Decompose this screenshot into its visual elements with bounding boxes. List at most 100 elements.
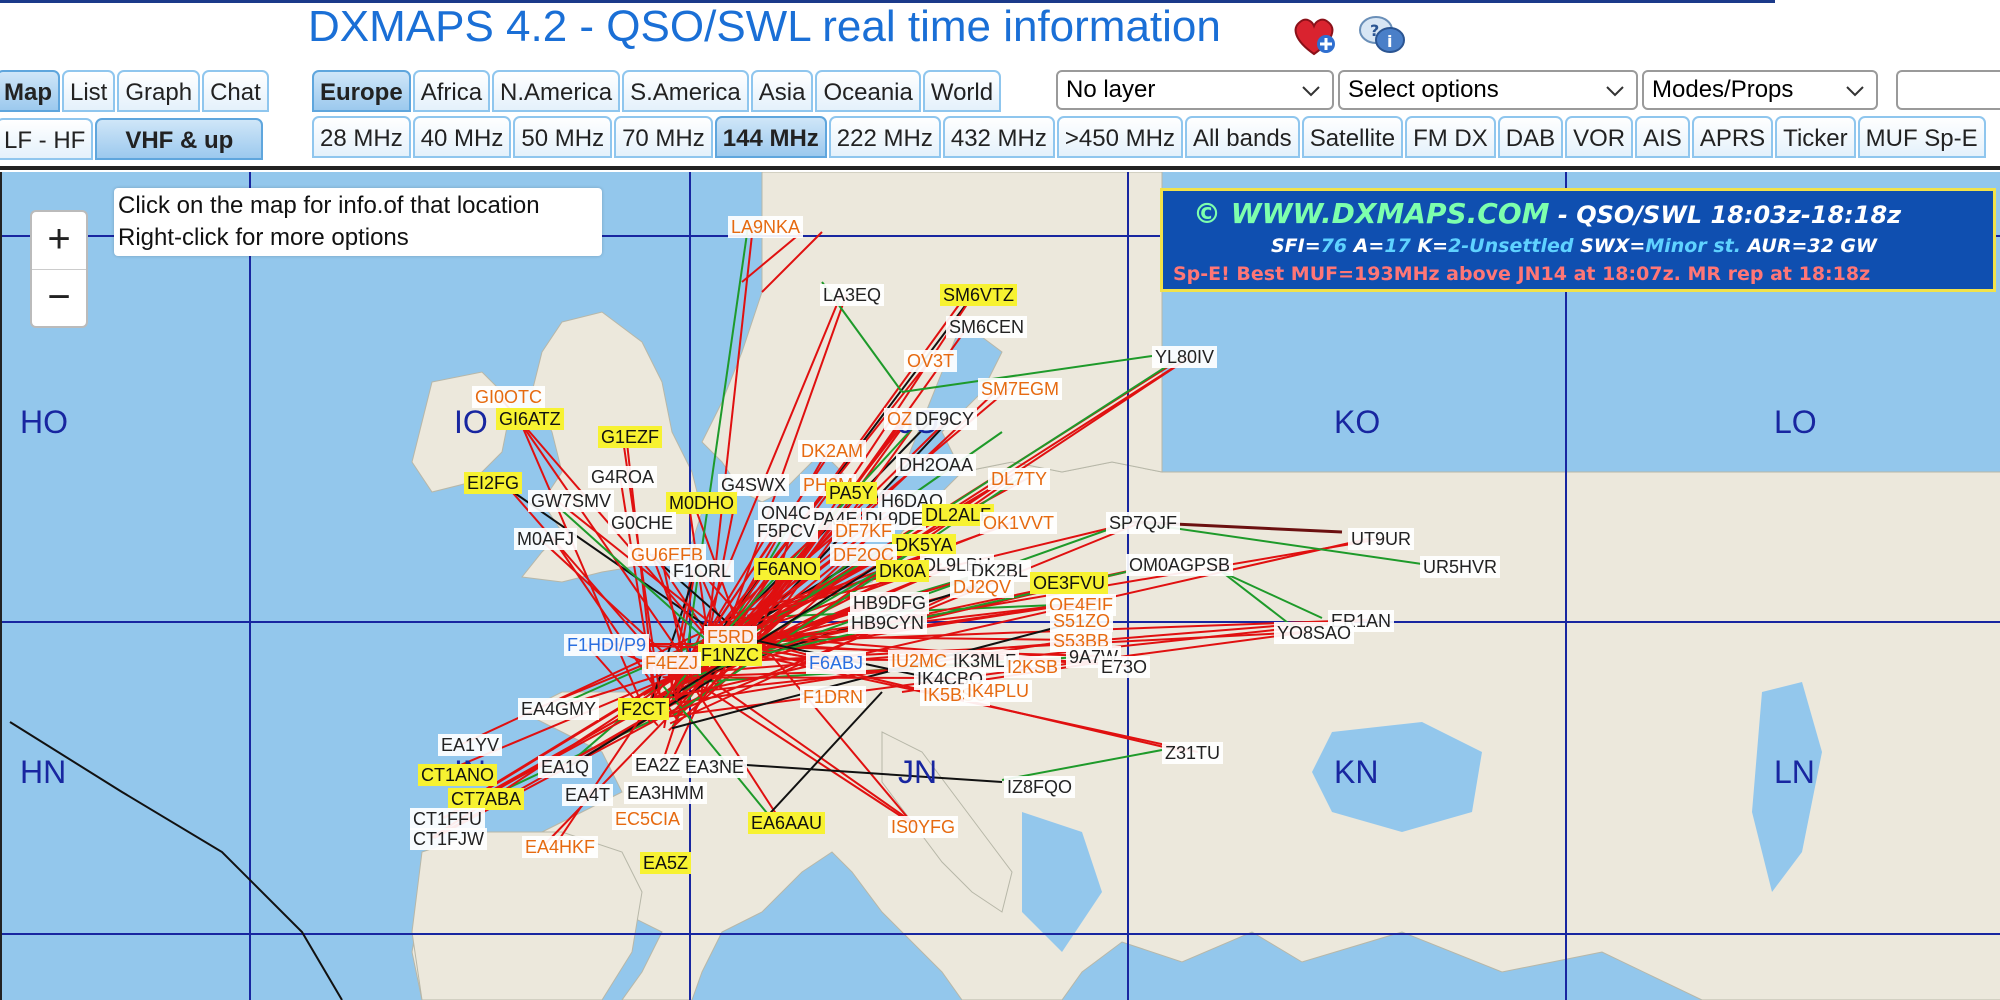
station-dh2oaa[interactable]: DH2OAA xyxy=(896,454,977,476)
station-e73o[interactable]: E73O xyxy=(1098,656,1151,678)
station-df7kf[interactable]: DF7KF xyxy=(832,520,896,542)
station-oe3fvu[interactable]: OE3FVU xyxy=(1030,572,1109,594)
station-hb9cyn[interactable]: HB9CYN xyxy=(848,612,928,634)
station-oz[interactable]: OZ xyxy=(884,408,915,430)
station-ea4gmy[interactable]: EA4GMY xyxy=(518,698,600,720)
station-f6ano[interactable]: F6ANO xyxy=(754,558,821,580)
station-ok1vvt[interactable]: OK1VVT xyxy=(980,512,1058,534)
tab-432-mhz[interactable]: 432 MHz xyxy=(942,116,1055,158)
tab-asia[interactable]: Asia xyxy=(750,70,814,112)
site-name[interactable]: © WWW.DXMAPS.COM xyxy=(1193,197,1550,230)
tab-dab[interactable]: DAB xyxy=(1497,116,1564,158)
station-g0che[interactable]: G0CHE xyxy=(608,512,677,534)
tab-world[interactable]: World xyxy=(922,70,1002,112)
station-sm7egm[interactable]: SM7EGM xyxy=(978,378,1063,400)
station-f1drn[interactable]: F1DRN xyxy=(800,686,867,708)
station-dk2am[interactable]: DK2AM xyxy=(798,440,867,462)
zoom-out-button[interactable]: − xyxy=(32,270,86,327)
layer-select[interactable]: No layer xyxy=(1056,70,1334,110)
station-sm6cen[interactable]: SM6CEN xyxy=(946,316,1028,338)
tab-vor[interactable]: VOR xyxy=(1565,116,1634,158)
tab-28-mhz[interactable]: 28 MHz xyxy=(312,116,411,158)
tab-n-america[interactable]: N.America xyxy=(492,70,621,112)
station-is0yfg[interactable]: IS0YFG xyxy=(888,816,959,838)
tab-ais[interactable]: AIS xyxy=(1635,116,1690,158)
station-iz8fqo[interactable]: IZ8FQO xyxy=(1004,776,1076,798)
station-ct7aba[interactable]: CT7ABA xyxy=(448,788,525,810)
tab-aprs[interactable]: APRS xyxy=(1691,116,1774,158)
station-ut9ur[interactable]: UT9UR xyxy=(1348,528,1415,550)
station-ea1q[interactable]: EA1Q xyxy=(538,756,593,778)
station-f1nzc[interactable]: F1NZC xyxy=(698,644,762,666)
station-m0dho[interactable]: M0DHO xyxy=(666,492,738,514)
station-ea3ne[interactable]: EA3NE xyxy=(682,756,748,778)
station-la3eq[interactable]: LA3EQ xyxy=(820,284,885,306)
station-ea4hkf[interactable]: EA4HKF xyxy=(522,836,599,858)
station-ea1yv[interactable]: EA1YV xyxy=(438,734,503,756)
station-df9cy[interactable]: DF9CY xyxy=(912,408,978,430)
station-f1orl[interactable]: F1ORL xyxy=(670,560,735,582)
station-m0afj[interactable]: M0AFJ xyxy=(514,528,578,550)
tab-144-mhz[interactable]: 144 MHz xyxy=(714,116,827,158)
tab-ticker[interactable]: Ticker xyxy=(1775,116,1856,158)
station-g4roa[interactable]: G4ROA xyxy=(588,466,658,488)
tab-africa[interactable]: Africa xyxy=(412,70,491,112)
station-f6abj[interactable]: F6ABJ xyxy=(806,652,867,674)
tab-s-america[interactable]: S.America xyxy=(622,70,749,112)
station-ur5hvr[interactable]: UR5HVR xyxy=(1420,556,1501,578)
station-ct1ffu[interactable]: CT1FFU xyxy=(410,808,485,830)
station-ik4plu[interactable]: IK4PLU xyxy=(964,680,1033,702)
station-ct1fjw[interactable]: CT1FJW xyxy=(410,828,487,850)
tab-50-mhz[interactable]: 50 MHz xyxy=(513,116,613,158)
station-ct1ano[interactable]: CT1ANO xyxy=(418,764,498,786)
tab-muf-sp-e[interactable]: MUF Sp-E xyxy=(1857,116,1986,158)
map[interactable]: HO IO JO KO LO HN IN JN KN LN LA9NKALA3E… xyxy=(0,172,2000,1000)
station-f1hdi-p9[interactable]: F1HDI/P9 xyxy=(564,634,650,656)
tab-oceania[interactable]: Oceania xyxy=(815,70,921,112)
station-yl80iv[interactable]: YL80IV xyxy=(1152,346,1218,368)
station-ei2fg[interactable]: EI2FG xyxy=(464,472,523,494)
tab-222-mhz[interactable]: 222 MHz xyxy=(828,116,941,158)
station-gw7smv[interactable]: GW7SMV xyxy=(528,490,615,512)
tab-all-bands[interactable]: All bands xyxy=(1184,116,1300,158)
station-pa5y[interactable]: PA5Y xyxy=(826,482,877,504)
search-input[interactable] xyxy=(1896,70,2000,110)
station-ea2z[interactable]: EA2Z xyxy=(632,754,684,776)
sporadic-e-alert[interactable]: Sp-E! Best MUF=193MHz above JN14 at 18:0… xyxy=(1173,263,1870,285)
modes-select[interactable]: Modes/Props xyxy=(1642,70,1878,110)
tab-graph[interactable]: Graph xyxy=(117,70,201,112)
station-sp7qjf[interactable]: SP7QJF xyxy=(1106,512,1181,534)
station-gi0otc[interactable]: GI0OTC xyxy=(472,386,546,408)
station-la9nka[interactable]: LA9NKA xyxy=(728,216,804,238)
station-ea5z[interactable]: EA5Z xyxy=(640,852,692,874)
tab-lf-hf[interactable]: LF - HF xyxy=(0,118,94,160)
station-ec5cia[interactable]: EC5CIA xyxy=(612,808,684,830)
station-hb9dfg[interactable]: HB9DFG xyxy=(850,592,930,614)
tab-europe[interactable]: Europe xyxy=(312,70,411,112)
station-f4ezj[interactable]: F4EZJ xyxy=(642,652,702,674)
info-chat-icon[interactable]: ? i xyxy=(1358,14,1406,58)
tab-70-mhz[interactable]: 70 MHz xyxy=(614,116,713,158)
tab-vhf-up[interactable]: VHF & up xyxy=(95,118,264,160)
tab-map[interactable]: Map xyxy=(0,70,60,112)
station-f2ct[interactable]: F2CT xyxy=(618,698,669,720)
station-gi6atz[interactable]: GI6ATZ xyxy=(496,408,564,430)
station-s51zo[interactable]: S51ZO xyxy=(1050,610,1114,632)
station-ov3t[interactable]: OV3T xyxy=(904,350,958,372)
zoom-in-button[interactable]: + xyxy=(32,212,86,270)
station-z31tu[interactable]: Z31TU xyxy=(1162,742,1224,764)
tab-450-mhz[interactable]: >450 MHz xyxy=(1056,116,1183,158)
heart-plus-icon[interactable] xyxy=(1290,14,1338,58)
station-dk0a[interactable]: DK0A xyxy=(876,560,930,582)
station-dj2qv[interactable]: DJ2QV xyxy=(950,576,1015,598)
tab-40-mhz[interactable]: 40 MHz xyxy=(412,116,512,158)
station-ea3hmm[interactable]: EA3HMM xyxy=(624,782,708,804)
tab-chat[interactable]: Chat xyxy=(202,70,269,112)
station-g1ezf[interactable]: G1EZF xyxy=(598,426,663,448)
station-ea4t[interactable]: EA4T xyxy=(562,784,614,806)
station-yo8sao[interactable]: YO8SAO xyxy=(1274,622,1355,644)
station-ea6aau[interactable]: EA6AAU xyxy=(748,812,826,834)
station-om0agpsb[interactable]: OM0AGPSB xyxy=(1126,554,1234,576)
options-select[interactable]: Select options xyxy=(1338,70,1638,110)
tab-fm-dx[interactable]: FM DX xyxy=(1405,116,1496,158)
